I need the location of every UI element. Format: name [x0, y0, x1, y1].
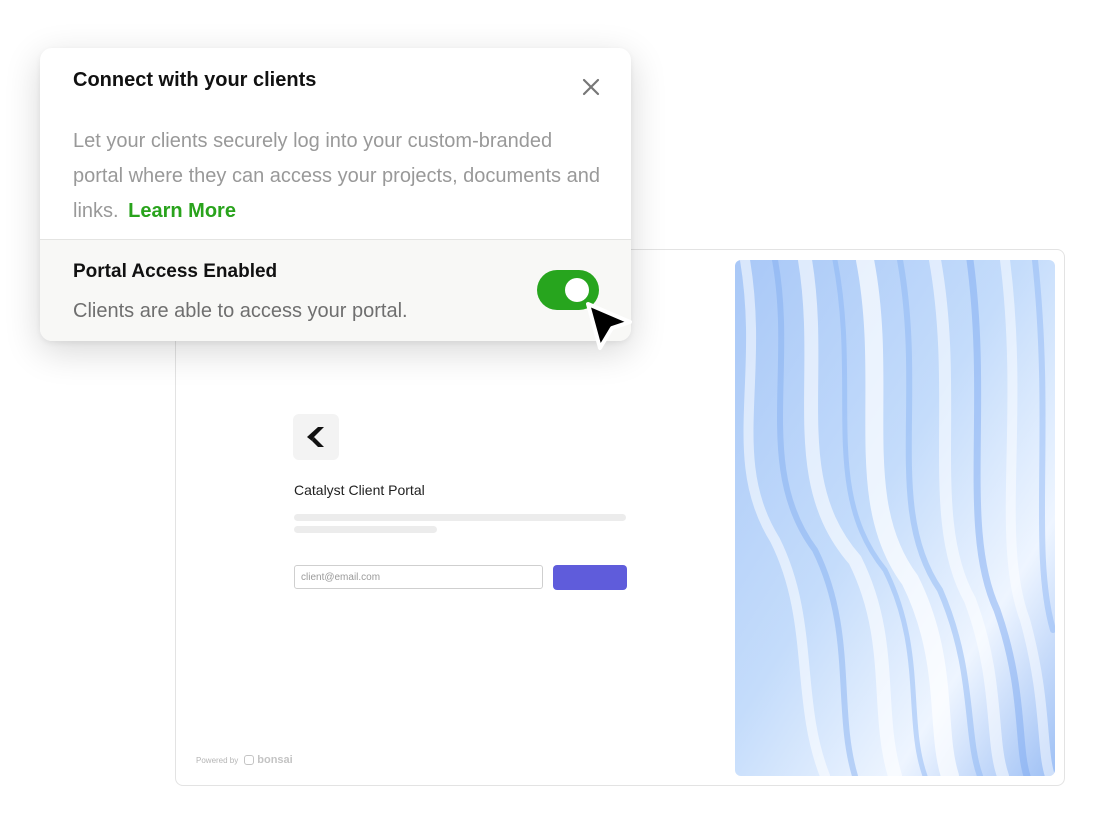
- portal-access-section: Portal Access Enabled Clients are able t…: [40, 239, 631, 341]
- connect-clients-popover: Connect with your clients Let your clien…: [40, 48, 631, 341]
- close-icon: [582, 78, 600, 96]
- popover-title: Connect with your clients: [73, 69, 317, 91]
- close-button[interactable]: [580, 76, 602, 98]
- skeleton-line: [294, 514, 626, 521]
- popover-description: Let your clients securely log into your …: [73, 124, 603, 229]
- mouse-pointer-icon: [586, 302, 632, 350]
- portal-title: Catalyst Client Portal: [294, 482, 425, 498]
- skeleton-line: [294, 526, 437, 533]
- bonsai-brand-name: bonsai: [257, 754, 293, 766]
- powered-by: Powered by bonsai: [196, 754, 293, 766]
- bonsai-logo-icon: [244, 755, 255, 765]
- portal-access-subtitle: Clients are able to access your portal.: [73, 300, 408, 322]
- portal-access-title: Portal Access Enabled: [73, 261, 278, 282]
- catalyst-logo-icon: [307, 427, 324, 447]
- portal-logo: [293, 414, 339, 460]
- email-field[interactable]: [294, 565, 543, 589]
- wave-background-image: [735, 260, 1055, 776]
- learn-more-link[interactable]: Learn More: [128, 200, 236, 222]
- bonsai-brand: bonsai: [244, 754, 293, 766]
- toggle-knob: [565, 278, 589, 302]
- login-submit-button[interactable]: [553, 565, 627, 590]
- powered-by-label: Powered by: [196, 755, 239, 765]
